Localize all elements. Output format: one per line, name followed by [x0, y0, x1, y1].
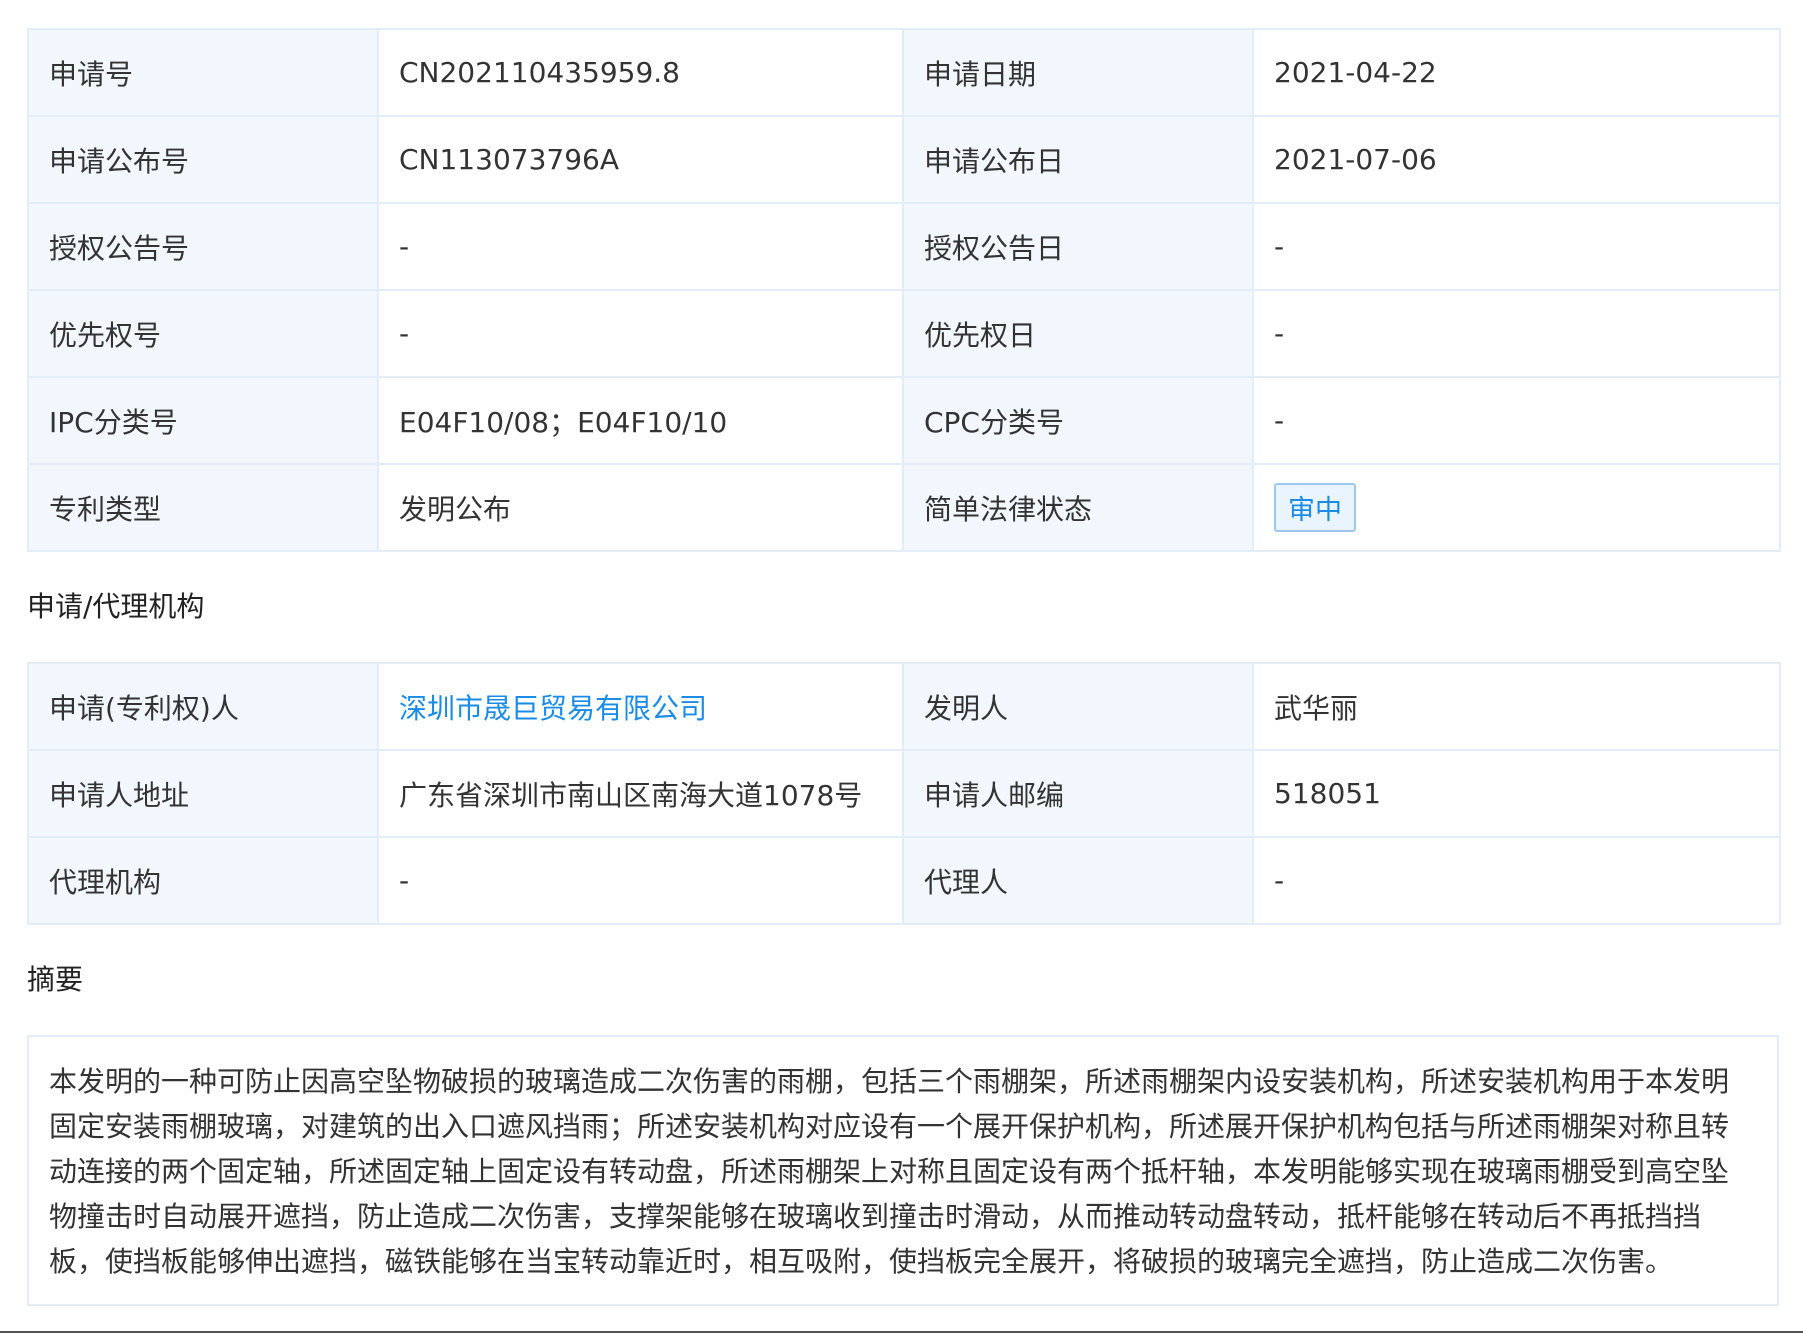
label-application-date: 申请日期: [902, 28, 1254, 117]
value-inventor: 武华丽: [1252, 662, 1781, 751]
label-cpc: CPC分类号: [902, 376, 1254, 465]
value-applicant-cell: 深圳市晟巨贸易有限公司: [377, 662, 904, 751]
value-ipc: E04F10/08；E04F10/10: [377, 376, 904, 465]
value-application-number: CN202110435959.8: [377, 28, 904, 117]
table-row: 申请(专利权)人 深圳市晟巨贸易有限公司 发明人 武华丽: [27, 662, 1781, 751]
label-grant-date: 授权公告日: [902, 202, 1254, 291]
basic-info-table: 申请号 CN202110435959.8 申请日期 2021-04-22 申请公…: [27, 28, 1781, 552]
value-applicant-postcode: 518051: [1252, 749, 1781, 838]
table-row: 授权公告号 - 授权公告日 -: [27, 202, 1781, 291]
value-grant-date: -: [1252, 202, 1781, 291]
section-title-agency: 申请/代理机构: [27, 590, 205, 623]
table-row: 专利类型 发明公布 简单法律状态 审中: [27, 463, 1781, 552]
patent-detail: 申请号 CN202110435959.8 申请日期 2021-04-22 申请公…: [27, 28, 1781, 1306]
applicant-link[interactable]: 深圳市晟巨贸易有限公司: [399, 692, 707, 725]
label-priority-date: 优先权日: [902, 289, 1254, 378]
label-inventor: 发明人: [902, 662, 1254, 751]
value-agency: -: [377, 836, 904, 925]
table-row: 申请公布号 CN113073796A 申请公布日 2021-07-06: [27, 115, 1781, 204]
value-legal-status-cell: 审中: [1252, 463, 1781, 552]
value-application-date: 2021-04-22: [1252, 28, 1781, 117]
label-applicant-address: 申请人地址: [27, 749, 379, 838]
label-grant-number: 授权公告号: [27, 202, 379, 291]
value-priority-number: -: [377, 289, 904, 378]
table-row: 申请号 CN202110435959.8 申请日期 2021-04-22: [27, 28, 1781, 117]
label-priority-number: 优先权号: [27, 289, 379, 378]
section-title-abstract: 摘要: [27, 963, 84, 996]
value-publication-number: CN113073796A: [377, 115, 904, 204]
label-applicant-postcode: 申请人邮编: [902, 749, 1254, 838]
label-applicant: 申请(专利权)人: [27, 662, 379, 751]
value-cpc: -: [1252, 376, 1781, 465]
value-priority-date: -: [1252, 289, 1781, 378]
agency-table: 申请(专利权)人 深圳市晟巨贸易有限公司 发明人 武华丽 申请人地址 广东省深圳…: [27, 662, 1781, 925]
table-row: 代理机构 - 代理人 -: [27, 836, 1781, 925]
label-patent-type: 专利类型: [27, 463, 379, 552]
abstract-text: 本发明的一种可防止因高空坠物破损的玻璃造成二次伤害的雨棚，包括三个雨棚架，所述雨…: [27, 1035, 1779, 1306]
label-publication-date: 申请公布日: [902, 115, 1254, 204]
value-grant-number: -: [377, 202, 904, 291]
label-ipc: IPC分类号: [27, 376, 379, 465]
label-legal-status: 简单法律状态: [902, 463, 1254, 552]
label-agent: 代理人: [902, 836, 1254, 925]
label-agency: 代理机构: [27, 836, 379, 925]
table-row: IPC分类号 E04F10/08；E04F10/10 CPC分类号 -: [27, 376, 1781, 465]
label-application-number: 申请号: [27, 28, 379, 117]
value-applicant-address: 广东省深圳市南山区南海大道1078号: [377, 749, 904, 838]
status-badge: 审中: [1274, 483, 1356, 532]
label-publication-number: 申请公布号: [27, 115, 379, 204]
table-row: 申请人地址 广东省深圳市南山区南海大道1078号 申请人邮编 518051: [27, 749, 1781, 838]
value-publication-date: 2021-07-06: [1252, 115, 1781, 204]
value-patent-type: 发明公布: [377, 463, 904, 552]
table-row: 优先权号 - 优先权日 -: [27, 289, 1781, 378]
value-agent: -: [1252, 836, 1781, 925]
